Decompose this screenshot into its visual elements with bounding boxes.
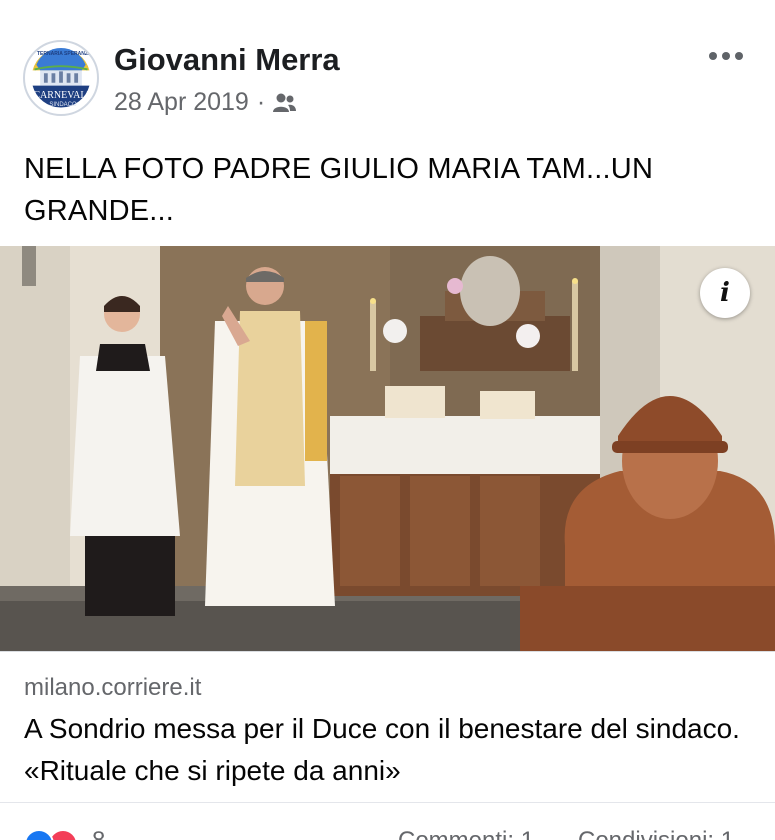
friends-icon[interactable]	[271, 92, 297, 114]
more-dot	[722, 52, 730, 60]
more-dot	[709, 52, 717, 60]
post-meta: 28 Apr 2019 ·	[114, 88, 297, 117]
like-icon	[24, 829, 54, 840]
reaction-icons[interactable]	[24, 829, 78, 840]
meta-separator: ·	[256, 88, 266, 116]
comments-count[interactable]: Commenti: 1	[398, 827, 534, 840]
church-photo	[0, 246, 775, 651]
post-date[interactable]: 28 Apr 2019	[114, 88, 249, 117]
avatar-top-text: TERNARIA SPERANZA	[37, 51, 92, 57]
more-options-icon[interactable]	[704, 40, 748, 72]
more-dot	[735, 52, 743, 60]
info-icon[interactable]: i	[700, 268, 750, 318]
avatar-bottom-text: SINDACO	[49, 102, 77, 108]
post-text: NELLA FOTO PADRE GIULIO MARIA TAM...UN G…	[24, 153, 654, 227]
avatar-main-text: CARNEVALE	[33, 90, 93, 101]
link-title[interactable]: A Sondrio messa per il Duce con il benes…	[24, 708, 759, 792]
author-name[interactable]: Giovanni Merra	[114, 42, 340, 78]
author-avatar[interactable]: TERNARIA SPERANZA CARNEVALE SINDACO	[23, 40, 99, 116]
link-domain: milano.corriere.it	[24, 674, 202, 701]
link-preview-footer[interactable]: milano.corriere.it A Sondrio messa per i…	[0, 651, 775, 802]
shares-count[interactable]: Condivisioni: 1	[578, 827, 734, 840]
reactions-bar: 8 Commenti: 1 Condivisioni: 1	[0, 802, 775, 840]
link-preview-image[interactable]: i	[0, 246, 775, 651]
post-header: TERNARIA SPERANZA CARNEVALE SINDACO Giov…	[0, 0, 775, 140]
reaction-count[interactable]: 8	[92, 827, 105, 840]
link-preview-card[interactable]: i milano.corriere.it A Sondrio messa per…	[0, 246, 775, 802]
